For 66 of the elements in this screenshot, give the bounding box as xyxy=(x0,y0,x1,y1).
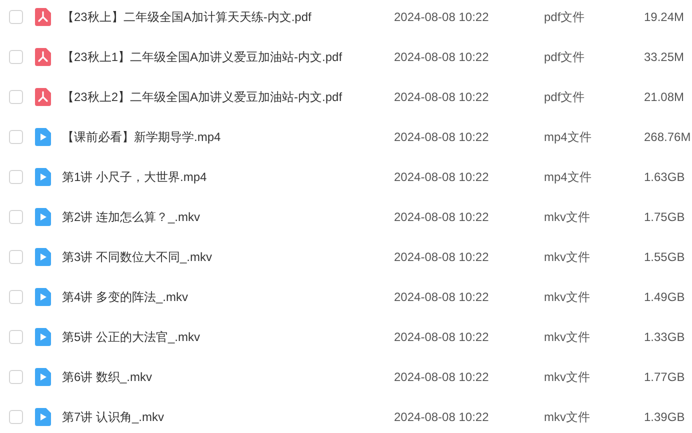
checkbox[interactable] xyxy=(9,130,23,144)
video-file-icon xyxy=(35,328,51,346)
file-type: pdf文件 xyxy=(544,8,586,26)
file-name[interactable]: 第1讲 小尺子，大世界.mp4 xyxy=(62,168,394,186)
modified-date: 2024-08-08 10:22 xyxy=(394,10,490,24)
file-name[interactable]: 【课前必看】新学期导学.mp4 xyxy=(62,128,394,146)
modified-date: 2024-08-08 10:22 xyxy=(394,410,490,424)
file-name[interactable]: 第7讲 认识角_.mkv xyxy=(62,408,394,426)
video-file-icon xyxy=(35,128,51,146)
file-size: 1.63GB xyxy=(644,170,685,184)
modified-date: 2024-08-08 10:22 xyxy=(394,370,490,384)
checkbox[interactable] xyxy=(9,90,23,104)
file-size: 1.77GB xyxy=(644,370,685,384)
pdf-file-icon xyxy=(35,8,51,26)
file-type: pdf文件 xyxy=(544,88,586,106)
checkbox[interactable] xyxy=(9,290,23,304)
modified-date: 2024-08-08 10:22 xyxy=(394,290,490,304)
file-name[interactable]: 【23秋上1】二年级全国A加讲义爱豆加油站-内文.pdf xyxy=(62,48,394,66)
file-type: mp4文件 xyxy=(544,168,592,186)
checkbox[interactable] xyxy=(9,170,23,184)
modified-date: 2024-08-08 10:22 xyxy=(394,50,490,64)
video-file-icon xyxy=(35,408,51,426)
checkbox[interactable] xyxy=(9,250,23,264)
file-type: mkv文件 xyxy=(544,368,591,386)
file-size: 33.25M xyxy=(644,50,684,64)
file-name[interactable]: 【23秋上】二年级全国A加计算天天练-内文.pdf xyxy=(62,8,394,26)
file-size: 1.75GB xyxy=(644,210,685,224)
file-size: 1.39GB xyxy=(644,410,685,424)
video-file-icon xyxy=(35,168,51,186)
file-name[interactable]: 第2讲 连加怎么算？_.mkv xyxy=(62,208,394,226)
modified-date: 2024-08-08 10:22 xyxy=(394,210,490,224)
checkbox[interactable] xyxy=(9,10,23,24)
pdf-file-icon xyxy=(35,88,51,106)
file-type: mkv文件 xyxy=(544,208,591,226)
file-name[interactable]: 第3讲 不同数位大不同_.mkv xyxy=(62,248,394,266)
checkbox[interactable] xyxy=(9,410,23,424)
video-file-icon xyxy=(35,288,51,306)
video-file-icon xyxy=(35,368,51,386)
file-size: 268.76M xyxy=(644,130,691,144)
checkbox[interactable] xyxy=(9,50,23,64)
file-type: mkv文件 xyxy=(544,328,591,346)
file-size: 1.55GB xyxy=(644,250,685,264)
video-file-icon xyxy=(35,248,51,266)
checkbox[interactable] xyxy=(9,370,23,384)
file-size: 1.49GB xyxy=(644,290,685,304)
file-type: mp4文件 xyxy=(544,128,592,146)
file-name[interactable]: 第5讲 公正的大法官_.mkv xyxy=(62,328,394,346)
video-file-icon xyxy=(35,208,51,226)
file-type: mkv文件 xyxy=(544,248,591,266)
file-size: 21.08M xyxy=(644,90,684,104)
modified-date: 2024-08-08 10:22 xyxy=(394,330,490,344)
file-name[interactable]: 第4讲 多变的阵法_.mkv xyxy=(62,288,394,306)
modified-date: 2024-08-08 10:22 xyxy=(394,90,490,104)
file-size: 19.24M xyxy=(644,10,684,24)
file-type: mkv文件 xyxy=(544,408,591,426)
pdf-file-icon xyxy=(35,48,51,66)
modified-date: 2024-08-08 10:22 xyxy=(394,250,490,264)
modified-date: 2024-08-08 10:22 xyxy=(394,170,490,184)
file-size: 1.33GB xyxy=(644,330,685,344)
file-name[interactable]: 第6讲 数织_.mkv xyxy=(62,368,394,386)
file-name[interactable]: 【23秋上2】二年级全国A加讲义爱豆加油站-内文.pdf xyxy=(62,88,394,106)
modified-date: 2024-08-08 10:22 xyxy=(394,130,490,144)
file-type: pdf文件 xyxy=(544,48,586,66)
checkbox[interactable] xyxy=(9,330,23,344)
file-type: mkv文件 xyxy=(544,288,591,306)
checkbox[interactable] xyxy=(9,210,23,224)
